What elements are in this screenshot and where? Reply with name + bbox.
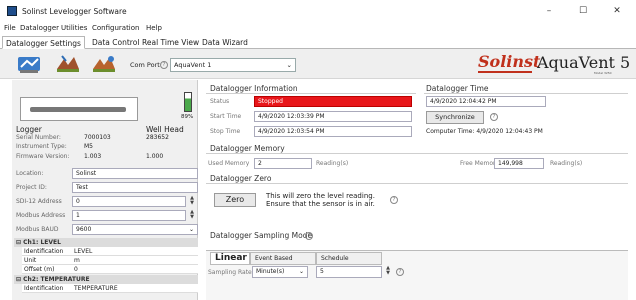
ch1-unit-key: Unit [22, 256, 72, 265]
location-field[interactable]: Solinst [72, 168, 198, 179]
channel-1-header[interactable]: ⊟ Ch1: LEVEL [14, 238, 198, 247]
memory-section-title: Datalogger Memory [210, 144, 285, 153]
modbus-address-label: Modbus Address [16, 212, 66, 219]
status-badge: Stopped [254, 96, 412, 107]
used-memory-label: Used Memory [208, 160, 250, 167]
menu-configuration[interactable]: Configuration [92, 24, 139, 32]
ch2-identification-value[interactable]: TEMPERATURE [72, 284, 198, 293]
ch1-offset-value[interactable]: 0 [72, 265, 198, 274]
stop-time-label: Stop Time [210, 128, 241, 135]
datalogger-icon[interactable] [16, 53, 44, 75]
ch1-identification-value[interactable]: LEVEL [72, 247, 198, 256]
location-label: Location: [16, 170, 44, 177]
com-port-select[interactable]: AquaVent 1 ⌄ [170, 58, 296, 72]
instrument-type-label: Instrument Type: [16, 143, 67, 150]
product-model: Model 3250 [594, 71, 612, 75]
chevron-down-icon: ⌄ [188, 226, 194, 233]
computer-time: Computer Time: 4/9/2020 12:04:43 PM [426, 128, 543, 135]
sampling-section-title: Datalogger Sampling Mode [210, 231, 313, 240]
modbus-address-stepper[interactable]: ▲ ▼ [187, 210, 197, 221]
sdi12-address-stepper[interactable]: ▲ ▼ [187, 196, 197, 207]
com-port-label: Com Port: [130, 61, 162, 69]
start-time-value: 4/9/2020 12:03:39 PM [254, 111, 412, 122]
sampling-rate-help-icon[interactable]: ? [396, 268, 404, 276]
synchronize-help-icon[interactable]: ? [490, 113, 498, 121]
sampling-rate-unit-select[interactable]: Minute(s) ⌄ [252, 266, 308, 278]
free-memory-unit: Reading(s) [550, 160, 583, 167]
battery-percent: 89% [181, 114, 194, 120]
minimize-button[interactable]: – [535, 4, 563, 18]
status-label: Status [210, 98, 230, 105]
window-title: Solinst Levelogger Software [22, 7, 127, 16]
serial-number-label: Serial Number: [16, 134, 61, 141]
project-id-field[interactable]: Test [72, 182, 198, 193]
zero-divider [206, 183, 628, 184]
zero-button[interactable]: Zero [214, 193, 256, 207]
maximize-button[interactable]: ☐ [569, 4, 597, 18]
menu-file[interactable]: File [4, 24, 16, 32]
chevron-down-icon: ⌄ [298, 268, 304, 275]
sampling-rate-label: Sampling Rate [208, 269, 252, 276]
channel-2-header[interactable]: ⊟ Ch2: TEMPERATURE [14, 275, 198, 284]
tab-linear[interactable]: Linear [210, 252, 250, 265]
modbus-baud-label: Modbus BAUD [16, 226, 59, 233]
brand-underline [478, 71, 532, 73]
logger-probe-icon [30, 107, 126, 112]
well-head-heading: Well Head [146, 125, 184, 134]
memory-divider [206, 153, 628, 154]
serial-number-value: 7000103 [84, 134, 111, 141]
sampling-rate-value-field[interactable]: 5 [316, 266, 382, 278]
used-memory-unit: Reading(s) [316, 160, 349, 167]
tab-data-control[interactable]: Data Control [89, 36, 142, 49]
modbus-address-field[interactable]: 1 [72, 210, 186, 221]
tab-event-based[interactable]: Event Based [250, 252, 316, 265]
modbus-baud-select[interactable]: 9600 ⌄ [72, 224, 198, 235]
tab-schedule[interactable]: Schedule [316, 252, 382, 265]
ch1-identification-key: Identification [22, 247, 72, 256]
menu-help[interactable]: Help [146, 24, 162, 32]
tab-real-time-view[interactable]: Real Time View [139, 36, 202, 49]
info-divider [206, 93, 416, 94]
synchronize-button[interactable]: Synchronize [426, 111, 484, 124]
instrument-type-value: M5 [84, 143, 93, 150]
zero-instruction-1: This will zero the level reading. [266, 192, 375, 200]
logger-heading: Logger [16, 125, 42, 134]
zero-help-icon[interactable]: ? [390, 196, 398, 204]
tab-datalogger-settings[interactable]: Datalogger Settings [2, 36, 85, 49]
time-divider [424, 93, 628, 94]
ch2-identification-key: Identification [22, 284, 72, 293]
stop-time-value: 4/9/2020 12:03:54 PM [254, 126, 412, 137]
ch1-unit-value[interactable]: m [72, 256, 198, 265]
well-head-firmware: 1.000 [146, 153, 164, 160]
time-section-title: Datalogger Time [426, 84, 489, 93]
menu-utilities[interactable]: Utilities [61, 24, 87, 32]
com-port-help-icon[interactable]: ? [160, 61, 168, 69]
logger-settings-icon[interactable] [90, 53, 118, 75]
sdi12-address-label: SDI-12 Address [16, 198, 62, 205]
battery-icon [184, 92, 192, 112]
zero-instruction-2: Ensure that the sensor is in air. [266, 200, 375, 208]
project-id-label: Project ID: [16, 184, 47, 191]
zero-section-title: Datalogger Zero [210, 174, 272, 183]
sampling-help-icon[interactable]: ? [305, 232, 313, 240]
sampling-rate-stepper[interactable]: ▲ ▼ [383, 266, 393, 277]
datalogger-time-value: 4/9/2020 12:04:42 PM [426, 96, 546, 107]
sdi12-address-field[interactable]: 0 [72, 196, 186, 207]
used-memory-value: 2 [254, 158, 312, 169]
tab-data-wizard[interactable]: Data Wizard [199, 36, 251, 49]
logger-download-icon[interactable] [54, 53, 82, 75]
free-memory-value: 149,998 [494, 158, 544, 169]
info-section-title: Datalogger Information [210, 84, 298, 93]
close-button[interactable]: ✕ [603, 4, 631, 18]
firmware-version-value: 1.003 [84, 153, 102, 160]
ch1-offset-key: Offset (m) [22, 265, 72, 274]
firmware-version-label: Firmware Version: [16, 153, 70, 160]
start-time-label: Start Time [210, 113, 242, 120]
chevron-down-icon: ⌄ [286, 61, 292, 69]
product-logo: AquaVent 5 [537, 53, 631, 72]
menu-datalogger[interactable]: Datalogger [20, 24, 59, 32]
app-icon [7, 6, 17, 16]
brand-logo: Solinst [478, 52, 541, 71]
well-head-serial: 283652 [146, 134, 169, 141]
